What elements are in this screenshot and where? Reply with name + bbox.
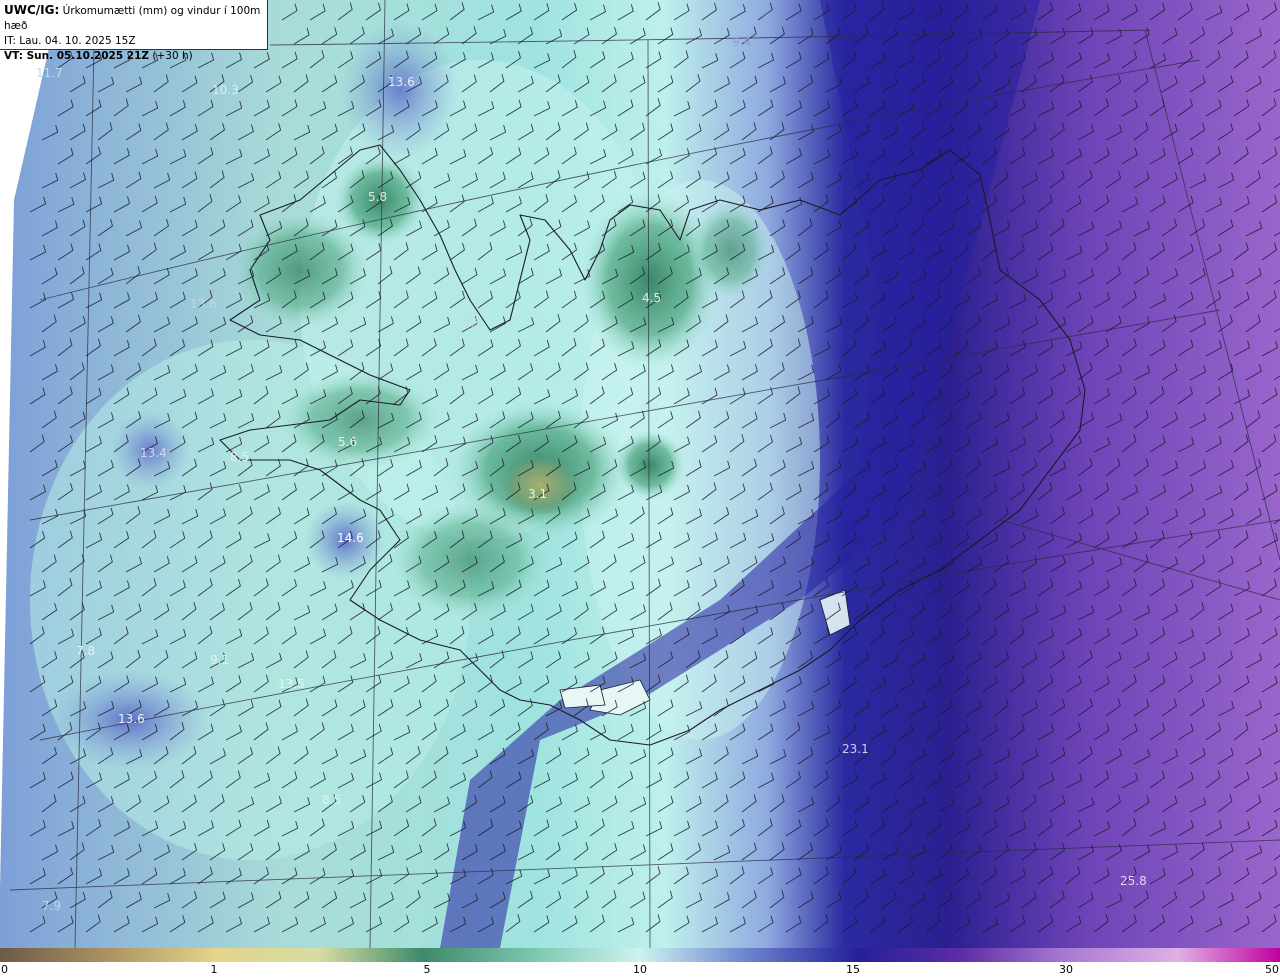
value-label: 11.7 [36,66,63,80]
colorbar-tick: 1 [210,963,218,976]
valid-time-line: VT: Sun. 05.10.2025 21Z (+30 h) [4,49,263,64]
value-label: 13.6 [388,75,415,89]
value-label: 9.1 [210,653,229,667]
value-label: 13.4 [140,446,167,460]
precipitation-wind-map: 9.4 11.7 13.6 10.3 5.8 4.5 13.6 13. 5.6 … [0,0,1280,948]
value-label: 5.6 [338,435,357,449]
map-title-line: UWC/IG: Úrkomumætti (mm) og vindur í 100… [4,3,263,34]
model-label: UWC/IG: [4,3,60,17]
value-label: 25.8 [1120,874,1147,888]
colorbar-tick: 50 [1265,963,1279,976]
value-label: 10.3 [212,83,239,97]
initial-time: IT: Lau. 04. 10. 2025 15Z [4,35,136,47]
value-label: 8.5 [322,793,341,807]
value-label: 9.4 [732,35,751,49]
colorbar-tick: 15 [846,963,860,976]
value-label: 7.8 [76,644,95,658]
colorbar-tick: 0 [1,963,8,976]
value-label: 13.6 [190,297,217,311]
value-label: 8.5 [230,450,249,464]
colorbar [0,948,1280,962]
colorbar-ticks: 0 1 5 10 15 30 50 [0,962,1280,978]
colorbar-tick: 5 [423,963,431,976]
value-label: 3.1 [528,487,547,501]
value-label: 4.5 [642,291,661,305]
valid-time: VT: Sun. 05.10.2025 21Z [4,50,150,62]
forecast-offset: (+30 h) [149,50,193,62]
colorbar-tick: 10 [633,963,647,976]
value-label: 14.6 [337,531,364,545]
colorbar-tick: 30 [1059,963,1073,976]
value-label: 23.1 [842,742,869,756]
value-label: 5.8 [368,190,387,204]
value-label: 13.6 [118,712,145,726]
value-label: 13. [464,316,483,330]
value-label: 7.9 [42,899,61,913]
value-label: 13.5 [278,677,305,691]
map-info-box: UWC/IG: Úrkomumætti (mm) og vindur í 100… [0,0,268,62]
